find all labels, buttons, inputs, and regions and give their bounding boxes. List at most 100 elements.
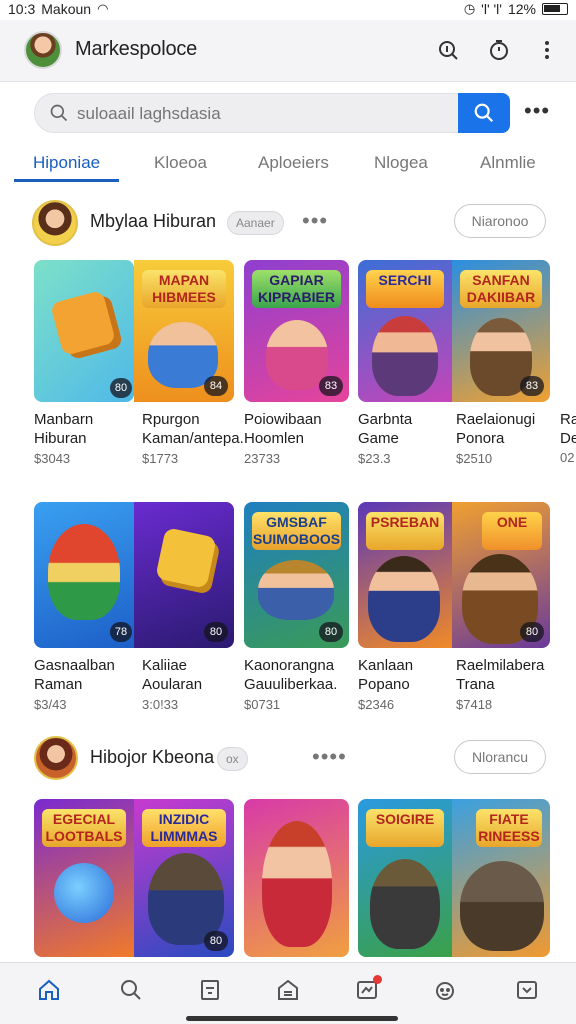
game-card[interactable]: GMSBAF SUIMOBOOS 80 Kaonorangna Gauulibe…	[244, 502, 349, 715]
card-title: Manbarn	[34, 411, 94, 428]
card-price: $1773	[142, 451, 179, 466]
search-button[interactable]	[458, 93, 510, 133]
game-card[interactable]: ONE 80 Raelmilabera Trana $7418	[452, 502, 550, 715]
tab-kloeoa[interactable]: Kloeoa	[154, 153, 207, 173]
card-price: $3/43	[34, 697, 67, 712]
battery-percent: 12%	[507, 1, 536, 17]
carrier-label: Makoun	[41, 1, 92, 17]
game-card[interactable]: FIATE RINEESS	[452, 799, 550, 957]
game-card[interactable]: MAPAN HIBMEES 84 Rpurgon Kaman/antepa. $…	[134, 260, 244, 469]
game-card[interactable]: Manbarn Hiburan $3043	[34, 260, 134, 469]
card-subtitle: Ponora	[456, 430, 505, 447]
game-card[interactable]: EGECIAL LOOTBALS	[34, 799, 134, 957]
game-card[interactable]: SERCHI Garbnta Game $23.3	[358, 260, 452, 469]
active-tab-indicator	[14, 179, 119, 182]
notifications-button[interactable]	[485, 36, 513, 64]
search-zoom-button[interactable]	[434, 36, 462, 64]
game-card[interactable]: SOIGIRE	[358, 799, 452, 957]
game-card[interactable]: PSREBAN Kanlaan Popano $2346	[358, 502, 452, 715]
avatar[interactable]	[34, 736, 78, 780]
nav-profile[interactable]	[430, 975, 460, 1005]
next-card-peek[interactable]: Ra De 02	[560, 410, 576, 470]
section-title: Hibojor Kbeona	[90, 747, 215, 767]
avatar[interactable]	[32, 200, 78, 246]
game-thumbnail: FIATE RINEESS	[452, 799, 550, 957]
tab-alnmlie[interactable]: Alnmlie	[480, 153, 536, 173]
game-banner: FIATE RINEESS	[476, 809, 542, 847]
alarm-icon: ◷	[463, 1, 476, 16]
game-banner: GAPIAR KIPRABIER	[252, 270, 341, 308]
notification-dot	[373, 975, 382, 984]
nav-inbox[interactable]	[352, 975, 382, 1005]
price-tag: 84	[204, 376, 228, 396]
price-tag: 78	[110, 622, 132, 642]
price-tag: 80	[204, 622, 228, 642]
game-thumbnail: EGECIAL LOOTBALS	[34, 799, 134, 957]
price-tag: 83	[520, 376, 544, 396]
nav-search[interactable]	[116, 975, 146, 1005]
nav-store[interactable]	[273, 975, 303, 1005]
search-zoom-icon	[439, 41, 458, 60]
search-input[interactable]	[77, 100, 447, 128]
game-card[interactable]: 80 Kaliiae Aoularan 3:0!33	[134, 502, 234, 715]
section-more-button[interactable]: Niaronoo	[454, 204, 546, 238]
card-subtitle: Gauuliberkaa.	[244, 676, 338, 693]
game-banner: EGECIAL LOOTBALS	[42, 809, 126, 847]
home-indicator[interactable]	[186, 1016, 398, 1021]
game-banner: SANFAN DAKIIBAR	[460, 270, 542, 308]
tab-nlogea[interactable]: Nlogea	[374, 153, 428, 173]
game-card[interactable]: GAPIAR KIPRABIER 83 Poiowibaan Hoomlen 2…	[244, 260, 349, 469]
section-options-button[interactable]: •••	[302, 208, 328, 234]
game-thumbnail: SOIGIRE	[358, 799, 452, 957]
search-box[interactable]	[34, 93, 460, 133]
card-title: Kaonorangna	[244, 657, 335, 674]
section-title: Mbylaa Hiburan	[90, 211, 217, 231]
profile-icon	[436, 982, 454, 1000]
card-title: Gasnaalban	[34, 657, 115, 674]
card-subtitle: Trana	[456, 676, 495, 693]
search-options-button[interactable]: •••	[524, 100, 550, 122]
card-price: $3043	[34, 451, 71, 466]
card-price: $23.3	[358, 451, 391, 466]
section-header: Hibojor Kbeona ox •••• Nlorancu	[0, 734, 576, 784]
section-options-button[interactable]: ••••	[312, 744, 347, 770]
game-banner: SERCHI	[366, 270, 444, 308]
price-tag: 83	[319, 376, 343, 396]
card-subtitle: Raman	[34, 676, 83, 693]
game-thumbnail: PSREBAN	[358, 502, 452, 648]
section-more-button[interactable]: Nlorancu	[454, 740, 546, 774]
game-card[interactable]: INZIDIC LIMMMAS 80	[134, 799, 234, 957]
price-tag: 80	[319, 622, 343, 642]
nav-home[interactable]	[34, 975, 64, 1005]
game-thumbnail: 80	[134, 502, 234, 648]
nav-library[interactable]	[195, 975, 225, 1005]
tab-aploeiers[interactable]: Aploeiers	[258, 153, 329, 173]
nav-check[interactable]	[512, 975, 542, 1005]
price-tag: 80	[204, 931, 228, 951]
home-icon	[39, 979, 59, 1000]
game-thumbnail	[244, 799, 349, 957]
card-subtitle: Popano	[358, 676, 410, 693]
game-card[interactable]: Gasnaalban Raman $3/43	[34, 502, 134, 715]
card-price: $2346	[358, 697, 395, 712]
status-bar: 10:3 Makoun ◠ ◷ 'l' 'l' 12%	[0, 0, 576, 20]
dice-art	[155, 527, 217, 589]
library-icon	[201, 980, 219, 1000]
overflow-menu-button[interactable]	[533, 36, 561, 64]
game-card[interactable]	[244, 799, 349, 957]
card-title: Kanlaan	[358, 657, 414, 674]
section-header: Mbylaa Hiburan Aanaer ••• Niaronoo	[0, 198, 576, 248]
game-banner: MAPAN HIBMEES	[142, 270, 226, 308]
avatar[interactable]	[24, 31, 62, 69]
card-price: 23733	[244, 451, 281, 466]
game-banner: SOIGIRE	[366, 809, 444, 847]
ball-art	[54, 863, 114, 923]
cowboys-art	[258, 560, 334, 620]
game-thumbnail: INZIDIC LIMMMAS 80	[134, 799, 234, 957]
tab-home[interactable]: Hiponiae	[33, 153, 100, 173]
section-badge: ox	[217, 747, 248, 771]
game-thumbnail: GMSBAF SUIMOBOOS 80	[244, 502, 349, 648]
card-price: 3:0!33	[142, 697, 179, 712]
game-card[interactable]: SANFAN DAKIIBAR 83 Raelaionugi Ponora $2…	[452, 260, 550, 469]
game-banner: PSREBAN	[366, 512, 444, 550]
